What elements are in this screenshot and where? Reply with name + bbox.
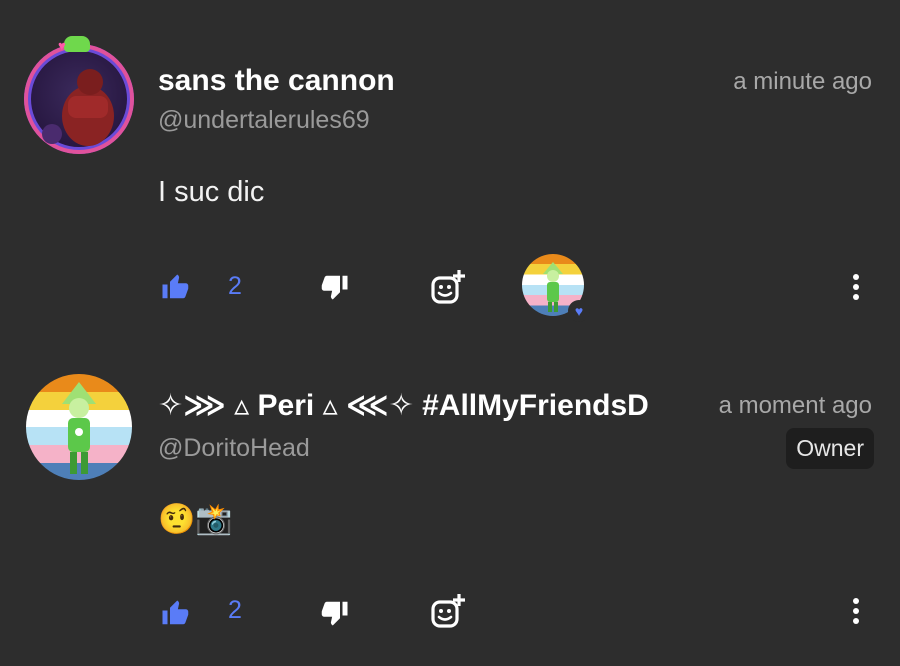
dislike-button[interactable] [318,596,352,630]
thumbs-up-icon [162,600,189,625]
display-name[interactable]: sans the cannon [158,64,395,98]
more-options-button[interactable] [846,268,866,306]
more-vertical-icon [853,274,859,300]
more-vertical-icon [853,598,859,624]
peridot-figure-icon [62,382,96,474]
add-reaction-icon [431,270,465,304]
display-name[interactable]: ✧⋙ ▵ Peri ▵ ⋘✧ #AllMyFriendsD [158,388,670,423]
comment-text: I suc dic [158,176,265,208]
avatar-sans-the-cannon[interactable] [24,44,134,154]
comment-2: ✧⋙ ▵ Peri ▵ ⋘✧ #AllMyFriendsD @DoritoHea… [0,330,900,666]
user-handle[interactable]: @DoritoHead [158,434,310,463]
user-handle[interactable]: @undertalerules69 [158,106,370,135]
avatar-figure-icon [42,69,114,146]
thumbs-up-icon [162,274,189,299]
avatar-heart-decoration-icon: ♥ [58,38,66,53]
timestamp: a minute ago [733,68,872,95]
avatar-frog-decoration-icon [64,36,90,52]
add-reaction-icon [431,594,465,628]
like-button[interactable] [158,596,192,630]
like-count: 2 [228,596,242,624]
like-button[interactable] [158,270,192,304]
comment-text: 🤨📸 [158,502,233,537]
reaction-heart-badge-icon: ♥ [568,300,590,322]
avatar-doritohead[interactable] [26,374,132,480]
thumbs-down-icon [321,601,348,626]
add-reaction-button[interactable] [428,268,468,306]
thumbs-down-icon [321,275,348,300]
comment-1: ♥ sans the cannon @undertalerules69 a mi… [0,0,900,330]
owner-badge: Owner [786,428,874,469]
more-options-button[interactable] [846,592,866,630]
like-count: 2 [228,272,242,300]
add-reaction-button[interactable] [428,592,468,630]
timestamp: a moment ago [718,392,872,419]
dislike-button[interactable] [318,270,352,304]
